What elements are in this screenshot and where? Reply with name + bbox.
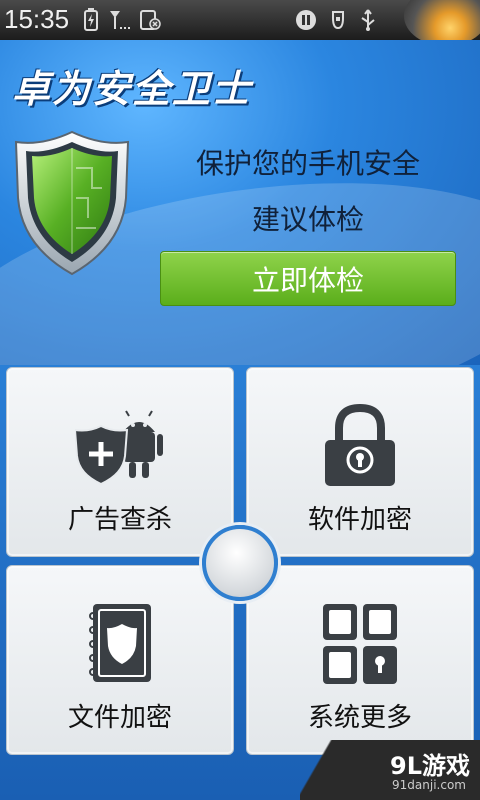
feature-grid: 广告查杀 软件加密 文件加密 系统更多 <box>0 365 480 800</box>
watermark-site: 91danji.com <box>392 778 466 792</box>
tile-file-encrypt[interactable]: 文件加密 <box>6 565 234 755</box>
tile-label: 文件加密 <box>67 703 172 733</box>
slogan-line2: 建议体检 <box>251 203 364 236</box>
grid-more-icon <box>323 604 397 684</box>
battery-charging-icon <box>82 8 100 32</box>
tile-label: 软件加密 <box>307 505 412 535</box>
usb-debug-icon <box>326 8 350 32</box>
media-icon <box>294 8 318 32</box>
slogan-line1: 保护您的手机安全 <box>195 147 420 180</box>
status-bar: 15:35 <box>0 0 480 46</box>
document-shield-icon <box>89 604 151 682</box>
hero-panel: 卓为安全卫士 保护您的手机安全 建议体检 立即体检 <box>0 40 480 365</box>
signal-icon <box>108 8 132 32</box>
status-time: 15:35 <box>4 4 70 34</box>
android-shield-icon <box>75 410 163 486</box>
usb-icon <box>356 8 380 32</box>
padlock-icon <box>325 404 395 486</box>
center-button[interactable] <box>202 525 278 601</box>
sim-icon <box>138 8 162 32</box>
tile-system-more[interactable]: 系统更多 <box>246 565 474 755</box>
shield-icon <box>14 130 130 276</box>
tile-label: 广告查杀 <box>67 505 172 535</box>
app-title: 卓为安全卫士 <box>12 66 253 111</box>
tile-label: 系统更多 <box>307 703 412 733</box>
tile-app-encrypt[interactable]: 软件加密 <box>246 367 474 557</box>
tile-ad-scan[interactable]: 广告查杀 <box>6 367 234 557</box>
watermark-brand: 9L游戏 <box>390 752 470 780</box>
check-now-button[interactable]: 立即体检 <box>160 251 456 306</box>
